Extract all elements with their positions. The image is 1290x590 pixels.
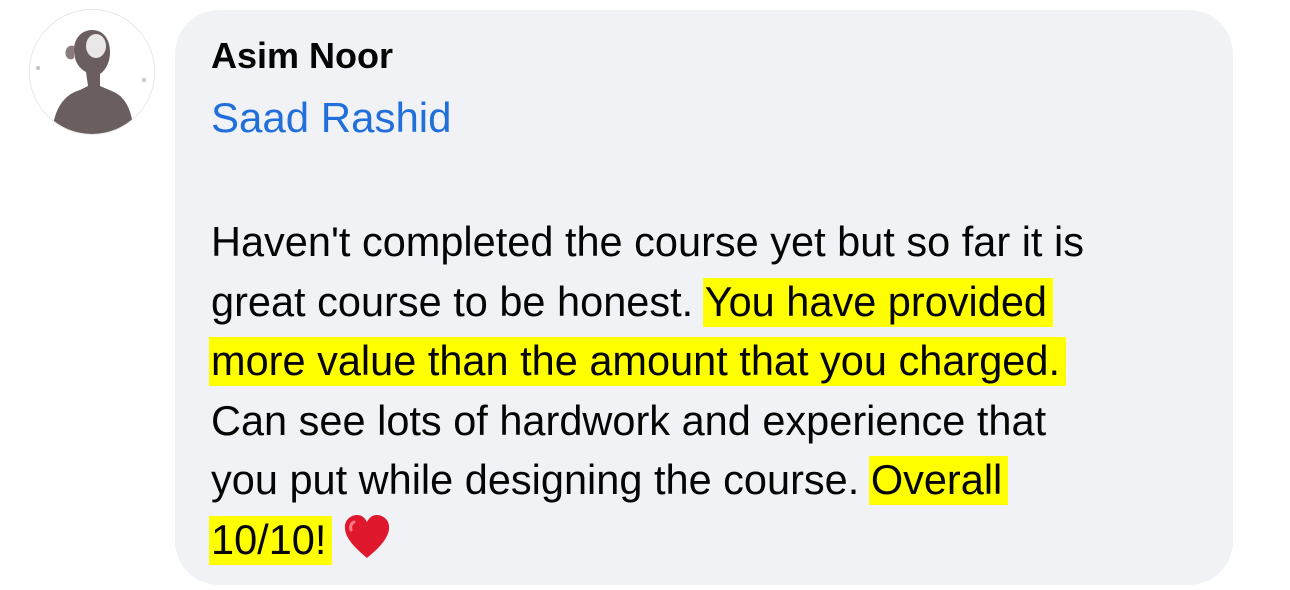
heart-icon — [342, 514, 392, 576]
highlighted-text: Overall — [868, 456, 1009, 505]
comment-line: 10/10! — [209, 510, 1221, 576]
highlighted-text: more value than the amount that you char… — [209, 337, 1066, 386]
comment-text: great course to be honest. — [211, 277, 694, 325]
mention-link[interactable]: Saad Rashid — [211, 93, 452, 143]
comment-line: you put while designing the course. Over… — [211, 450, 1221, 510]
comment-author-name[interactable]: Asim Noor — [211, 34, 393, 78]
comment-line: Haven't completed the course yet but so … — [211, 212, 1221, 272]
comment-text: you put while designing the course. — [211, 456, 860, 503]
avatar-silhouette-icon — [30, 10, 154, 134]
avatar[interactable] — [30, 10, 154, 134]
comment-line: great course to be honest. You have prov… — [211, 272, 1221, 332]
comment-text: Can see lots of hardwork and experience … — [211, 396, 1047, 444]
highlighted-text: 10/10! — [209, 515, 333, 565]
comment-text: Haven't completed the course yet but so … — [211, 218, 1084, 265]
comment-screenshot: Asim Noor Saad Rashid Haven't completed … — [0, 0, 1290, 590]
comment-line: more value than the amount that you char… — [209, 331, 1221, 391]
comment-line: Can see lots of hardwork and experience … — [211, 391, 1221, 451]
comment-body: Haven't completed the course yet but so … — [209, 212, 1221, 576]
highlighted-text: You have provided — [702, 277, 1053, 327]
